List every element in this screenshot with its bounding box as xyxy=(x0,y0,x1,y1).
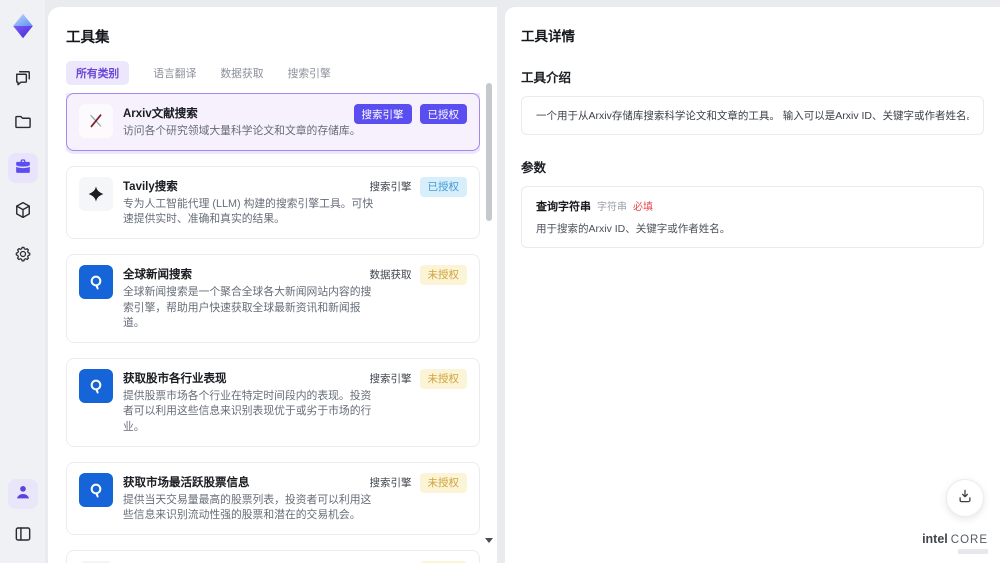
scrollbar-thumb[interactable] xyxy=(486,83,492,221)
sidebar-item-folder[interactable] xyxy=(8,109,38,139)
details-panel-title: 工具详情 xyxy=(521,29,575,44)
folder-icon xyxy=(13,112,33,137)
user-icon xyxy=(13,482,33,507)
download-icon xyxy=(956,487,974,510)
details-panel: 工具详情 工具介绍 一个用于从Arxiv存储库搜索科学论文和文章的工具。 输入可… xyxy=(505,7,1000,563)
parameter-name: 查询字符串 xyxy=(536,201,591,213)
tool-category-tag: 搜索引擎 xyxy=(369,373,412,386)
settings-icon xyxy=(13,244,33,269)
cube-icon xyxy=(13,200,33,225)
tool-description: 访问各个研究领域大量科学论文和文章的存储库。 xyxy=(123,125,361,137)
scroll-down-icon[interactable] xyxy=(485,538,493,543)
tool-auth-badge: 未授权 xyxy=(419,472,467,493)
toolbox-icon xyxy=(13,156,33,181)
tool-auth-badge: 未授权 xyxy=(419,264,467,285)
main-content: 工具集 所有类别 语言翻译 数据获取 搜索引擎 Arxiv文献搜索 访问各个研究领域大… xyxy=(48,7,1000,563)
tool-card[interactable]: 获取股市各行业表现 提供股票市场各个行业在特定时间段内的表现。投资者可以利用这些… xyxy=(66,357,480,447)
core-brand-text: core xyxy=(950,534,988,546)
tool-category-tag: 搜索引擎 xyxy=(369,181,412,194)
sidebar-item-cube[interactable] xyxy=(8,197,38,227)
tool-category-tag: 数据获取 xyxy=(369,269,412,282)
tavily-icon xyxy=(79,176,113,211)
tool-category-tag: 搜索引擎 xyxy=(369,477,412,490)
parameter-description: 用于搜索的Arxiv ID、关键字或作者姓名。 xyxy=(536,223,731,235)
sidebar-item-toolbox[interactable] xyxy=(7,153,38,183)
sidebar xyxy=(0,0,45,563)
tool-description: 专为人工智能代理 (LLM) 构建的搜索引擎工具。可快速提供实时、准确和真实的结… xyxy=(123,197,374,226)
newsq-icon xyxy=(79,368,113,403)
scrollbar[interactable] xyxy=(486,81,492,537)
tool-category-tag: 搜索引擎 xyxy=(353,104,412,124)
tool-card[interactable]: 全球新闻搜索 全球新闻搜索是一个聚合全球各大新闻网站内容的搜索引擎，帮助用户快速… xyxy=(66,253,480,343)
tab-3[interactable]: 搜索引擎 xyxy=(288,65,331,81)
tool-intro-text: 一个用于从Arxiv存储库搜索科学论文和文章的工具。 输入可以是Arxiv ID… xyxy=(536,110,969,122)
params-heading: 参数 xyxy=(521,161,547,175)
tool-description: 提供股票市场各个行业在特定时间段内的表现。投资者可以利用这些信息来识别表现优于或… xyxy=(123,389,372,434)
intel-sub-mark xyxy=(958,549,988,554)
chat-icon xyxy=(13,68,33,93)
tool-description: 全球新闻搜索是一个聚合全球各大新闻网站内容的搜索引擎，帮助用户快速获取全球最新资… xyxy=(123,285,372,330)
category-tabs: 所有类别 语言翻译 数据获取 搜索引擎 xyxy=(66,61,497,85)
newsq-icon xyxy=(79,472,113,507)
intro-heading: 工具介绍 xyxy=(521,71,572,85)
panel-icon xyxy=(13,524,33,549)
parameter-type: 字符串 xyxy=(597,202,627,213)
tool-description: 提供当天交易量最高的股票列表，投资者可以利用这些信息来识别流动性强的股票和潜在的… xyxy=(123,493,372,522)
newsq-icon xyxy=(79,264,113,299)
sidebar-item-settings[interactable] xyxy=(8,241,38,271)
sidebar-item-user[interactable] xyxy=(7,479,38,509)
tool-card[interactable]: 获取市场最活跃股票信息 提供当天交易量最高的股票列表，投资者可以利用这些信息来识… xyxy=(66,461,480,536)
tools-panel-title: 工具集 xyxy=(66,30,110,46)
sidebar-item-chat[interactable] xyxy=(8,65,38,95)
tool-card[interactable]: 万维地区新闻查询 查询具体行政区划内的新闻，快速了解各地新闻动 搜索引擎 未授权 xyxy=(66,550,480,563)
tool-auth-badge: 未授权 xyxy=(419,368,467,389)
intel-brand-text: intel xyxy=(922,532,948,546)
app-logo-icon xyxy=(8,11,38,41)
parameter-required-badge: 必填 xyxy=(633,202,653,213)
parameter-box: 查询字符串 字符串 必填 用于搜索的Arxiv ID、关键字或作者姓名。 xyxy=(521,186,984,248)
tab-2[interactable]: 数据获取 xyxy=(220,65,263,81)
tool-list: Arxiv文献搜索 访问各个研究领域大量科学论文和文章的存储库。 搜索引擎 已授… xyxy=(66,93,480,563)
tools-panel: 工具集 所有类别 语言翻译 数据获取 搜索引擎 Arxiv文献搜索 访问各个研究领域大… xyxy=(48,7,497,563)
tool-auth-badge: 已授权 xyxy=(419,104,467,124)
tool-intro-box: 一个用于从Arxiv存储库搜索科学论文和文章的工具。 输入可以是Arxiv ID… xyxy=(521,96,984,135)
tool-card[interactable]: Tavily搜索 专为人工智能代理 (LLM) 构建的搜索引擎工具。可快速提供实… xyxy=(66,165,480,239)
tool-auth-badge: 已授权 xyxy=(419,176,467,197)
arxiv-icon xyxy=(79,104,113,138)
tab-0[interactable]: 所有类别 xyxy=(66,61,130,85)
sidebar-nav-bottom xyxy=(7,479,38,551)
intel-core-logo: intel core xyxy=(922,532,988,554)
sidebar-nav xyxy=(7,65,38,271)
download-button[interactable] xyxy=(946,479,984,517)
tool-card[interactable]: Arxiv文献搜索 访问各个研究领域大量科学论文和文章的存储库。 搜索引擎 已授… xyxy=(66,93,480,151)
sidebar-item-panel[interactable] xyxy=(8,521,38,551)
tab-1[interactable]: 语言翻译 xyxy=(153,65,196,81)
